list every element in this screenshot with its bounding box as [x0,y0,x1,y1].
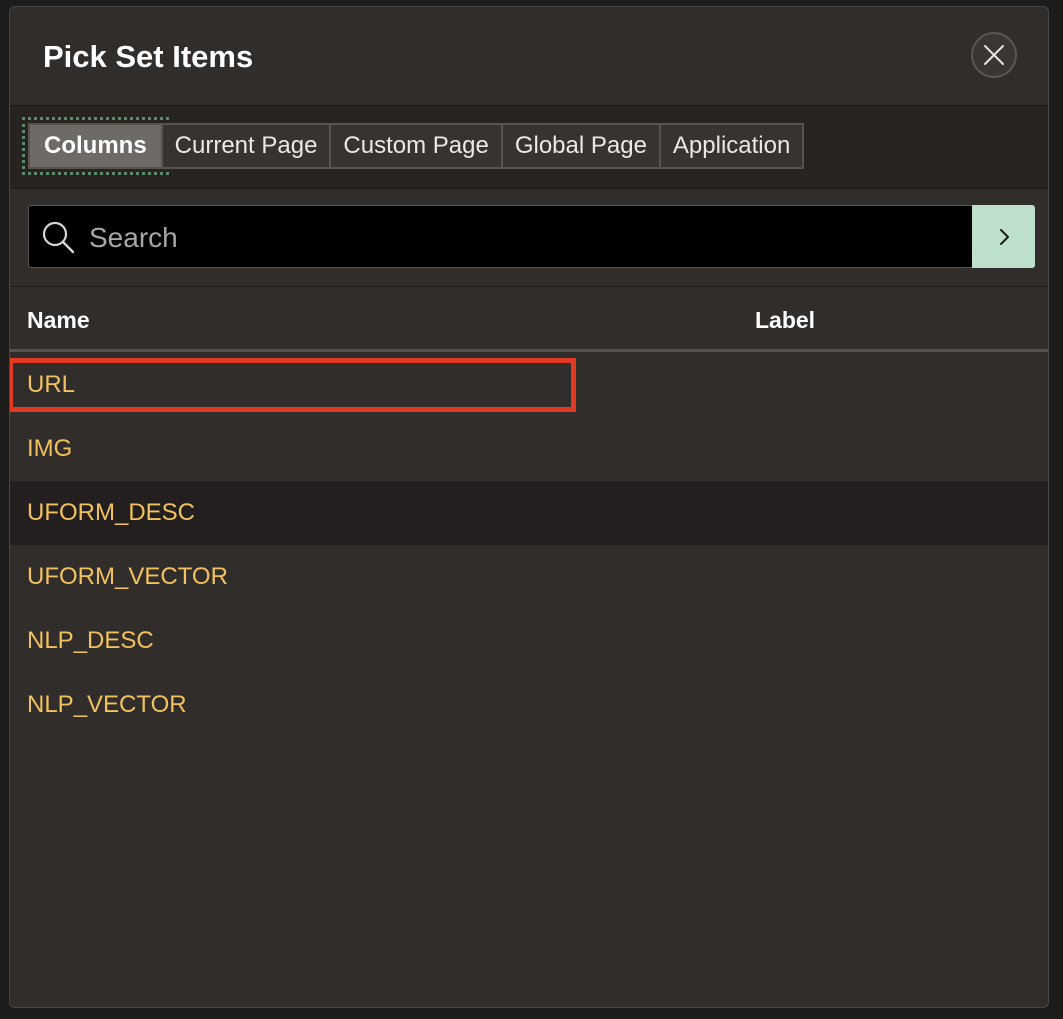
row-name: NLP_VECTOR [27,691,187,718]
tab-application[interactable]: Application [660,123,805,169]
search-input[interactable] [87,214,961,262]
search-go-button[interactable] [972,205,1035,268]
chevron-right-icon [999,228,1009,245]
pick-set-items-dialog: Pick Set Items Columns Current Page Cust… [9,6,1049,1008]
tab-custom-page[interactable]: Custom Page [331,123,503,169]
tab-columns[interactable]: Columns [22,117,169,175]
table-row[interactable]: NLP_VECTOR [10,673,1048,737]
tab-bar: Columns Current Page Custom Page Global … [10,106,1048,189]
search-box [28,205,972,268]
row-name: UFORM_DESC [27,499,196,526]
table-row[interactable]: UFORM_VECTOR [10,545,1048,609]
table-row[interactable]: UFORM_DESC [10,481,1048,545]
column-header-name[interactable]: Name [27,307,90,334]
table-row[interactable]: NLP_DESC [10,609,1048,673]
tab-current-page[interactable]: Current Page [162,123,332,169]
dialog-titlebar: Pick Set Items [10,7,1048,106]
table-body: URL IMG UFORM_DESC UFORM_VECTOR NLP_DESC… [10,353,1048,737]
close-icon [984,45,1004,65]
row-name: NLP_DESC [27,627,154,654]
table-header: Name Label [10,287,1048,352]
column-header-label[interactable]: Label [755,307,815,334]
highlight-box [10,358,576,412]
table-row[interactable]: IMG [10,417,1048,481]
row-name: URL [27,371,76,398]
search-icon [42,221,75,254]
tab-global-page[interactable]: Global Page [502,123,661,169]
tab-list: Columns Current Page Custom Page Global … [22,117,805,175]
row-name: IMG [27,435,73,462]
dialog-title: Pick Set Items [43,39,254,74]
close-button[interactable] [971,32,1017,78]
table-row[interactable]: URL [10,353,1048,417]
search-row [10,189,1048,287]
row-name: UFORM_VECTOR [27,563,228,590]
